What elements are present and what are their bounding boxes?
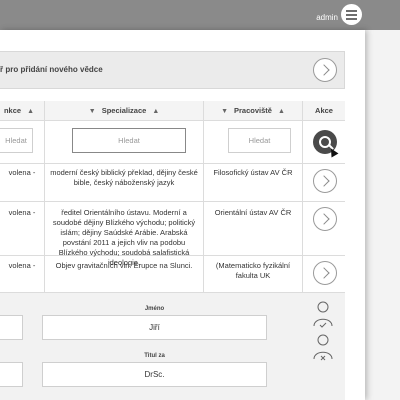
page-title: ř pro přidání nového vědce — [0, 65, 103, 74]
row-divider — [0, 163, 345, 164]
table-cell: Objev gravitačních vln. Erupce na Slunci… — [55, 261, 193, 270]
chevron-right-icon[interactable] — [313, 207, 337, 231]
table-cell: (Matematicko fyzikální fakulta UK — [215, 261, 291, 280]
partial-field[interactable] — [0, 362, 23, 387]
column-header-akce: Akce — [303, 101, 345, 121]
jmeno-field[interactable]: Jiří — [42, 315, 267, 340]
table-cell: moderní český biblický překlad, dějiny č… — [50, 168, 198, 187]
column-header-pracoviste[interactable]: ▼ Pracoviště ▲ — [204, 101, 302, 121]
user-remove-icon[interactable] — [312, 333, 334, 363]
sort-up-icon[interactable]: ▲ — [278, 108, 285, 115]
page-title-bar: ř pro přidání nového vědce — [0, 51, 345, 89]
sort-up-icon[interactable]: ▲ — [152, 108, 159, 115]
chevron-right-icon[interactable] — [313, 58, 337, 82]
column-divider — [302, 101, 303, 322]
user-name[interactable]: admin — [316, 13, 338, 22]
filter-input-specializace[interactable]: Hledat — [72, 128, 186, 153]
column-header-specializace[interactable]: ▼ Specializace ▲ — [45, 101, 203, 121]
partial-field[interactable] — [0, 315, 23, 340]
sort-down-icon[interactable]: ▼ — [89, 108, 96, 115]
user-check-icon[interactable] — [312, 300, 334, 330]
table-cell: volena - — [8, 168, 36, 177]
top-bar: admin — [0, 0, 400, 30]
hamburger-menu-icon[interactable] — [341, 4, 362, 25]
table-cell: Orientální ústav AV ČR — [214, 208, 292, 217]
filter-input-pracoviste[interactable]: Hledat — [228, 128, 291, 153]
table-cell: volena - — [8, 208, 36, 217]
titul-za-label: Titul za — [144, 353, 165, 359]
filter-input-nkce[interactable]: Hledat — [0, 128, 33, 153]
chevron-right-icon[interactable] — [313, 261, 337, 285]
row-divider — [0, 201, 345, 202]
table-cell: volena - — [8, 261, 36, 270]
column-header-nkce[interactable]: nkce ▲ — [0, 101, 44, 121]
titul-za-field[interactable]: DrSc. — [42, 362, 267, 387]
column-divider — [203, 101, 204, 322]
jmeno-label: Jméno — [144, 306, 165, 312]
sort-down-icon[interactable]: ▼ — [221, 108, 228, 115]
chevron-right-icon[interactable] — [313, 169, 337, 193]
sort-up-icon[interactable]: ▲ — [27, 108, 34, 115]
column-divider — [44, 101, 45, 322]
table-cell: ředitel Orientálního ústavu. Moderní a s… — [52, 208, 196, 267]
table-cell: Filosofický ústav AV ČR — [213, 168, 293, 177]
